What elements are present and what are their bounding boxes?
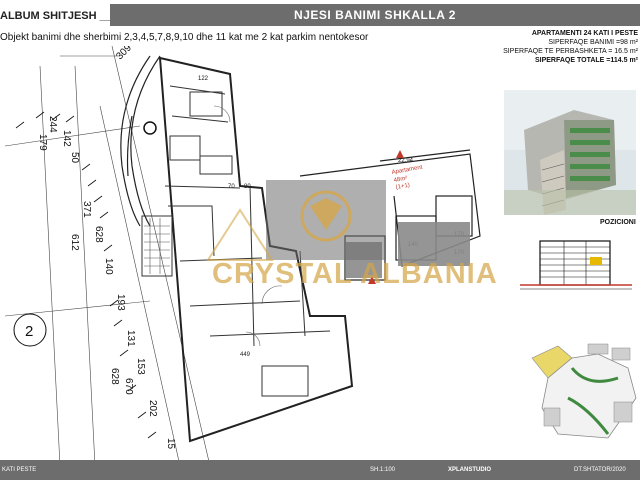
dim-label: 193 bbox=[115, 294, 126, 311]
dim-label: 153 bbox=[135, 358, 146, 375]
sheet-title: NJESI BANIMI SHKALLA 2 bbox=[294, 8, 456, 22]
positioning-label: POZICIONI bbox=[600, 219, 636, 226]
footer-date: DT.SHTATOR/2020 bbox=[574, 467, 626, 473]
level-label: 22.94 bbox=[398, 158, 414, 164]
dim-label: 612 bbox=[69, 234, 80, 251]
area-living: SIPERFAQE BANIMI =98 m² bbox=[548, 39, 638, 46]
building-render bbox=[504, 90, 636, 215]
watermark-text: CRYSTAL ALBANIA bbox=[212, 258, 498, 290]
dim-label: 628 bbox=[93, 226, 104, 243]
title-bar: NJESI BANIMI SHKALLA 2 bbox=[110, 4, 640, 26]
footer-scale: SH.1:100 bbox=[370, 467, 396, 473]
dim-label: 142 bbox=[61, 130, 72, 147]
footer-bar: KATI PESTE SH.1:100 XPLANSTUDIO DT.SHTAT… bbox=[0, 460, 640, 480]
dim-label: 628 bbox=[109, 368, 120, 385]
apartment-name: APARTAMENTI 24 KATI I PESTE bbox=[531, 30, 638, 37]
area-total: SIPERFAQE TOTALE =114.5 m² bbox=[534, 57, 638, 64]
dim-label: 15 bbox=[165, 438, 176, 450]
room-dim: 449 bbox=[240, 352, 251, 358]
dim-label: 670 bbox=[123, 378, 134, 395]
grid-marker: 2 bbox=[25, 323, 33, 340]
site-plan bbox=[531, 343, 637, 439]
dim-label: 50 bbox=[69, 152, 80, 164]
footer-floor: KATI PESTE bbox=[2, 467, 37, 473]
dim-label: 179 bbox=[37, 134, 48, 151]
area-shared: SIPERFAQE TE PERBASHKETA = 16.5 m² bbox=[503, 48, 638, 55]
apartment-info: APARTAMENTI 24 KATI I PESTE SIPERFAQE BA… bbox=[492, 29, 638, 65]
dim-label: 309 bbox=[114, 46, 134, 62]
dim-label: 244 bbox=[47, 116, 58, 133]
apartment-label: Apartament bbox=[391, 165, 423, 176]
dim-label: 122 bbox=[198, 76, 209, 82]
project-subtitle: Objekt banimi dhe sherbimi 2,3,4,5,7,8,9… bbox=[0, 32, 369, 43]
footer-studio: XPLANSTUDIO bbox=[448, 467, 492, 473]
dim-label: 131 bbox=[125, 330, 136, 347]
dim-label: 371 bbox=[81, 201, 92, 218]
album-label-box: ALBUM SHITJESH ____ bbox=[0, 6, 124, 24]
dim-label: 140 bbox=[103, 258, 114, 275]
elevation-drawing bbox=[520, 240, 632, 290]
dim-label: 202 bbox=[147, 400, 158, 417]
album-label: ALBUM SHITJESH ____ bbox=[0, 10, 125, 22]
